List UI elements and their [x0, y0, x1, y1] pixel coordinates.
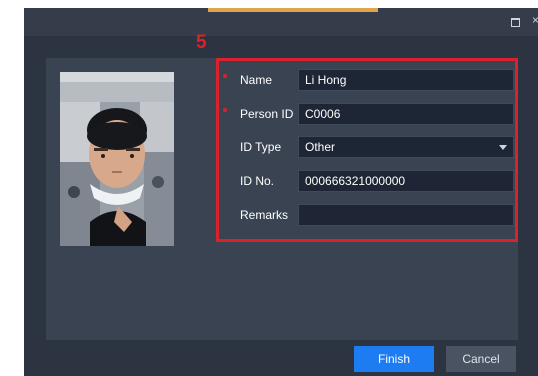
- person-id-label: Person ID: [240, 107, 294, 121]
- field-row-id-no: ID No. 000666321000000: [24, 170, 538, 192]
- field-row-person-id: Person ID C0006: [24, 103, 538, 125]
- name-label: Name: [240, 73, 273, 87]
- remarks-label: Remarks: [240, 208, 289, 222]
- step-number-annotation: 5: [196, 32, 207, 53]
- required-indicator: [223, 74, 227, 78]
- title-accent-bar: [208, 8, 378, 12]
- remarks-input[interactable]: [298, 204, 514, 226]
- close-icon[interactable]: ×: [532, 14, 538, 26]
- cancel-button[interactable]: Cancel: [446, 346, 516, 372]
- chevron-down-icon[interactable]: [499, 145, 507, 150]
- maximize-icon[interactable]: [511, 18, 520, 27]
- id-type-selected-value: Other: [305, 140, 336, 154]
- id-type-label: ID Type: [240, 140, 282, 154]
- field-row-remarks: Remarks: [24, 204, 538, 226]
- id-type-select[interactable]: Other: [298, 136, 514, 158]
- person-id-input[interactable]: C0006: [298, 103, 514, 125]
- finish-button[interactable]: Finish: [354, 346, 434, 372]
- required-indicator: [223, 108, 227, 112]
- id-no-input[interactable]: 000666321000000: [298, 170, 514, 192]
- id-no-label: ID No.: [240, 174, 275, 188]
- name-input[interactable]: Li Hong: [298, 69, 514, 91]
- field-row-id-type: ID Type Other: [24, 136, 538, 158]
- field-row-name: Name Li Hong: [24, 69, 538, 91]
- person-dialog: × www.dahuasecurity.com www.dahuasecurit…: [24, 8, 538, 376]
- dialog-titlebar: ×: [24, 8, 538, 36]
